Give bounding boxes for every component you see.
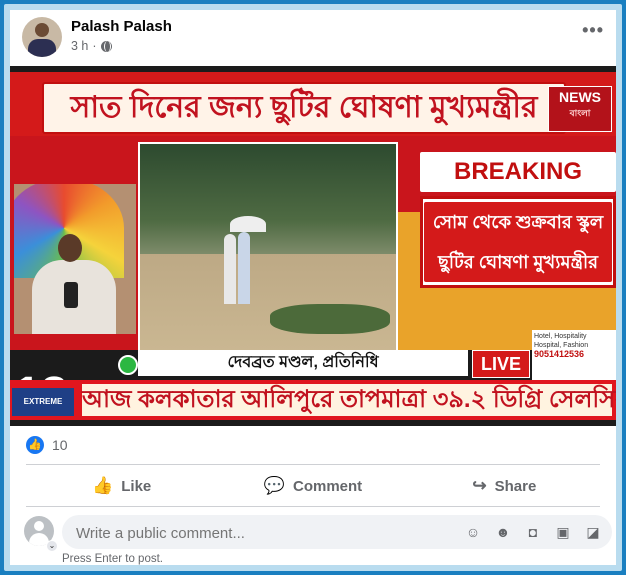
comment-tools: ☺ ☻ ◘ ▣ ◪ [464, 523, 602, 541]
reaction-count: 10 [52, 437, 68, 453]
news-video-frame [138, 142, 398, 358]
camera-icon[interactable]: ◘ [524, 523, 542, 541]
ticker-logo: EXTREME [12, 388, 74, 416]
share-button[interactable]: ↪ Share [409, 467, 600, 505]
avatar-head [35, 23, 49, 37]
breaking-news-text: সোম থেকে শুক্রবার স্কুল ছুটির ঘোষণা মুখ্… [424, 202, 612, 282]
parasol [230, 216, 266, 232]
comment-button[interactable]: 💬 Comment [217, 467, 408, 505]
divider [26, 464, 600, 465]
avatar-head [34, 521, 44, 531]
more-icon[interactable]: ••• [582, 20, 604, 41]
ad-phone: 9051412536 [534, 349, 585, 359]
avatar-body [28, 39, 56, 57]
like-reaction-icon: 👍 [26, 436, 44, 454]
live-badge: LIVE [472, 350, 530, 378]
channel-logo-sub: বাংলা [569, 108, 591, 118]
tv-mid-band: BREAKING NEWS সোম থেকে শুক্রবার স্কুল ছু… [10, 136, 616, 419]
globe-icon[interactable] [100, 40, 112, 52]
post-header: Palash Palash 3 h · ••• [10, 10, 616, 66]
comment-icon: 💬 [263, 476, 285, 495]
whatsapp-icon [118, 355, 138, 375]
post-photo[interactable]: সাত দিনের জন্য ছুটির ঘোষণা মুখ্যমন্ত্রীর… [10, 66, 616, 426]
avatar-sticker-icon[interactable]: ☺ [464, 523, 482, 541]
pedestrian [224, 234, 236, 304]
like-button[interactable]: 👍 Like [26, 467, 217, 505]
like-label: Like [121, 477, 152, 495]
post-meta: 3 h · [71, 39, 112, 53]
author-avatar[interactable] [22, 17, 62, 57]
emoji-icon[interactable]: ☻ [494, 523, 512, 541]
comment-input[interactable] [74, 515, 458, 551]
breaking-news-label: BREAKING NEWS [420, 152, 616, 225]
reaction-summary[interactable]: 👍 10 [26, 436, 68, 454]
ticker-text: আজ কলকাতার আলিপুরে তাপমাত্রা ৩৯.২ ডিগ্রি… [82, 384, 616, 416]
ad-title: Hotel, Hospitality [534, 333, 587, 340]
microphone [64, 282, 78, 308]
channel-logo-text: NEWS [559, 89, 601, 105]
gif-icon[interactable]: ▣ [554, 523, 572, 541]
trees [140, 144, 396, 254]
comment-hint: Press Enter to post. [62, 553, 163, 565]
meta-separator: · [92, 39, 97, 53]
reporter-head [58, 234, 82, 262]
channel-logo: NEWS বাংলা [548, 86, 612, 132]
divider [26, 506, 600, 507]
chevron-down-icon[interactable]: ⌄ [46, 540, 58, 552]
pedestrian [238, 232, 250, 304]
reporter-image [14, 184, 136, 334]
ad-box: Hotel, Hospitality Hospital, Fashion 905… [532, 330, 616, 380]
thumbs-up-icon: 👍 [92, 476, 114, 495]
share-icon: ↪ [472, 476, 487, 495]
screenshot-frame: Palash Palash 3 h · ••• সাত দিনের জন্য ছ… [4, 4, 622, 571]
tv-top-band: সাত দিনের জন্য ছুটির ঘোষণা মুখ্যমন্ত্রীর… [10, 72, 616, 136]
sticker-icon[interactable]: ◪ [584, 523, 602, 541]
reporter-name: দেবব্রত মণ্ডল, প্রতিনিধি [138, 350, 468, 376]
post-time[interactable]: 3 h [71, 39, 88, 53]
comment-input-container: ☺ ☻ ◘ ▣ ◪ [62, 515, 612, 551]
news-ticker: EXTREME আজ কলকাতার আলিপুরে তাপমাত্রা ৩৯.… [10, 380, 616, 420]
comment-label: Comment [292, 477, 363, 495]
post-card: Palash Palash 3 h · ••• সাত দিনের জন্য ছ… [10, 10, 616, 565]
share-label: Share [494, 477, 537, 495]
author-name[interactable]: Palash Palash [71, 18, 172, 35]
bushes [270, 304, 390, 334]
action-bar: 👍 Like 💬 Comment ↪ Share [26, 467, 600, 505]
tv-headline: সাত দিনের জন্য ছুটির ঘোষণা মুখ্যমন্ত্রীর [42, 82, 566, 134]
